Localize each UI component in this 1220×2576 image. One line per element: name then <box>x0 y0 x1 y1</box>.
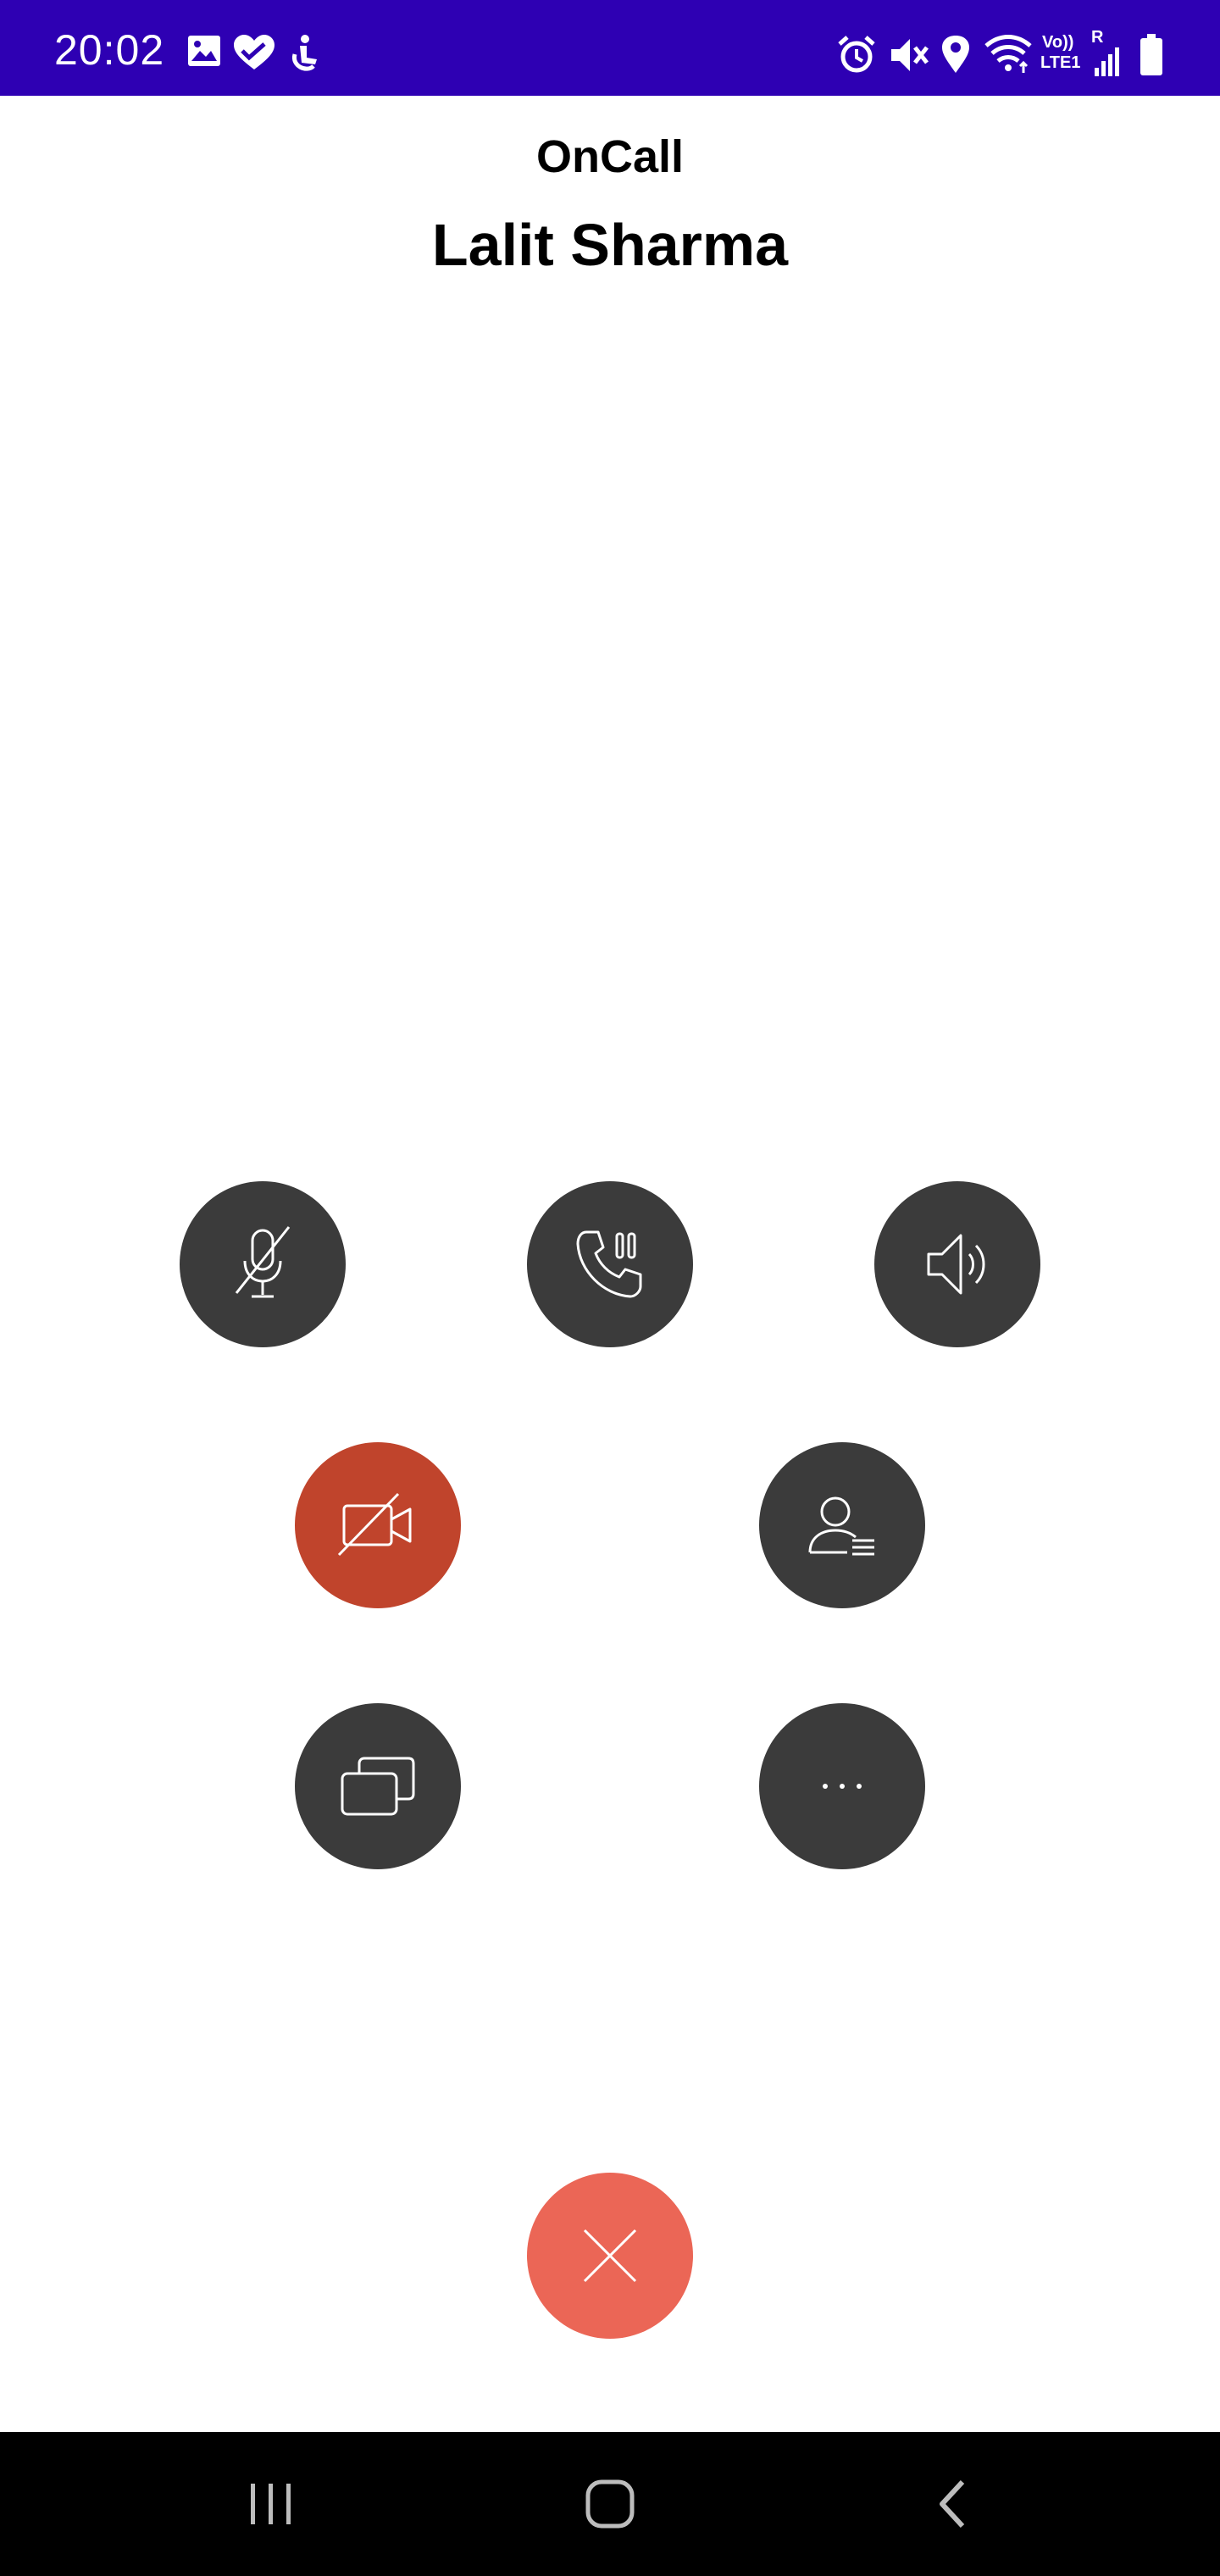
contact-card-icon <box>808 1496 874 1556</box>
more-options-button[interactable] <box>759 1703 925 1869</box>
speaker-icon <box>927 1234 985 1295</box>
home-icon <box>585 2479 635 2529</box>
battery-icon <box>1140 34 1162 75</box>
gallery-icon <box>188 36 220 66</box>
roaming-label: R <box>1091 28 1104 47</box>
home-button[interactable] <box>525 2432 695 2576</box>
status-right-icons: Vo)) LTE1 R <box>830 28 1186 81</box>
health-heart-icon <box>234 35 274 69</box>
hold-call-button[interactable] <box>527 1181 693 1347</box>
speaker-button[interactable] <box>874 1181 1040 1347</box>
mute-microphone-button[interactable] <box>180 1181 346 1347</box>
switch-windows-icon <box>341 1757 415 1816</box>
video-off-button[interactable] <box>295 1442 461 1608</box>
recent-apps-button[interactable] <box>186 2432 356 2576</box>
location-icon <box>942 36 969 73</box>
microphone-off-icon <box>235 1226 291 1298</box>
status-bar: 20:02 Vo)) LTE1 R <box>0 0 1220 96</box>
accessibility-icon <box>291 35 317 71</box>
back-chevron-icon <box>940 2479 965 2529</box>
close-icon <box>583 2229 637 2283</box>
phone-pause-icon <box>576 1230 642 1298</box>
more-dots-icon <box>823 1784 862 1789</box>
contact-name: Lalit Sharma <box>431 212 789 278</box>
lte-label: LTE1 <box>1040 53 1081 72</box>
video-camera-off-icon <box>337 1492 412 1557</box>
end-call-button[interactable] <box>527 2173 693 2339</box>
contact-details-button[interactable] <box>759 1442 925 1608</box>
vibrate-mute-icon <box>891 39 929 71</box>
switch-call-button[interactable] <box>295 1703 461 1869</box>
status-time: 20:02 <box>54 26 165 74</box>
navigation-bar <box>0 2432 1220 2576</box>
wifi-icon <box>984 35 1032 73</box>
back-button[interactable] <box>868 2432 1037 2576</box>
app-title: OnCall <box>535 131 685 182</box>
alarm-icon <box>838 36 875 73</box>
recent-apps-icon <box>251 2484 291 2524</box>
signal-strength-icon <box>1095 47 1119 76</box>
volte-label: Vo)) <box>1042 33 1074 52</box>
